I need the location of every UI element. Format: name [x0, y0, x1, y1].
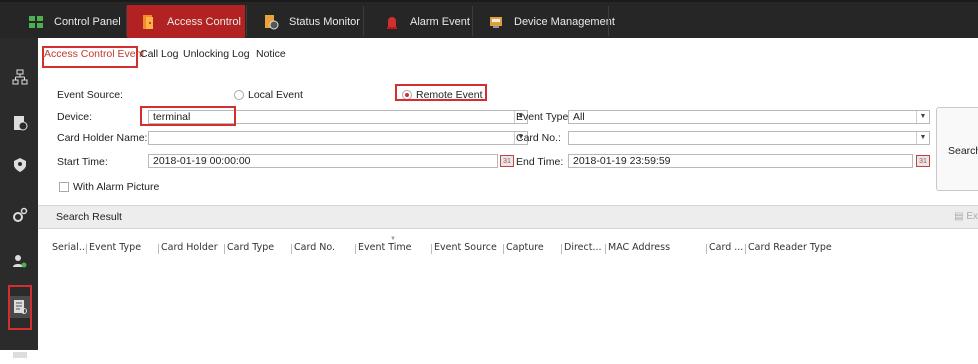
left-sidebar: [0, 38, 38, 358]
column-serial[interactable]: Serial...: [52, 242, 88, 253]
alarm-picture-checkbox[interactable]: [59, 182, 69, 192]
tab-status-monitor[interactable]: Status Monitor: [263, 5, 360, 38]
end-time-label: End Time:: [516, 156, 564, 168]
column-event-time[interactable]: Event Time: [358, 242, 411, 253]
tab-divider: [472, 6, 473, 36]
search-result-title: Search Result: [56, 211, 122, 223]
column-divider: [503, 244, 504, 254]
column-divider: [706, 244, 707, 254]
grid-icon: [28, 14, 44, 30]
person-card-icon[interactable]: [11, 114, 29, 132]
search-button-label: Search: [948, 145, 978, 157]
search-record-icon[interactable]: [10, 296, 30, 318]
table-body: [38, 259, 978, 350]
column-card[interactable]: Card ...: [709, 242, 743, 253]
tab-access-control[interactable]: Access Control: [127, 5, 245, 38]
column-divider: [355, 244, 356, 254]
column-divider: [86, 244, 87, 254]
column-divider: [745, 244, 746, 254]
top-navigation-bar: Control Panel Access Control Status Moni…: [0, 0, 978, 38]
tab-divider: [246, 6, 247, 36]
remote-event-label: Remote Event: [416, 89, 483, 101]
alarm-icon: [384, 14, 400, 30]
chevron-down-icon: ▼: [916, 111, 929, 123]
subtab-highlight: [42, 46, 138, 68]
column-divider: [431, 244, 432, 254]
column-event-source[interactable]: Event Source: [434, 242, 497, 253]
alarm-picture-label: With Alarm Picture: [73, 181, 160, 193]
shield-icon[interactable]: [11, 156, 29, 174]
column-divider: [561, 244, 562, 254]
subtab-call-log[interactable]: Call Log: [140, 48, 179, 60]
tab-label: Device Management: [514, 15, 615, 28]
card-no-label: Card No.:: [516, 132, 561, 144]
column-divider: [158, 244, 159, 254]
export-icon: ▤: [954, 211, 964, 222]
device-label: Device:: [57, 111, 93, 123]
org-tree-icon[interactable]: [11, 68, 29, 86]
tab-label: Control Panel: [54, 15, 121, 28]
tab-device-management[interactable]: Device Management: [488, 5, 615, 38]
column-card-reader-type[interactable]: Card Reader Type: [748, 242, 832, 253]
remote-event-radio[interactable]: [402, 90, 412, 100]
more-icon[interactable]: [11, 346, 29, 364]
column-divider: [224, 244, 225, 254]
calendar-icon[interactable]: 31: [916, 155, 930, 167]
start-time-label: Start Time:: [57, 156, 108, 168]
export-button[interactable]: ▤ Ex: [954, 211, 978, 222]
subtab-notice[interactable]: Notice: [256, 48, 286, 60]
event-type-value: All: [573, 111, 585, 123]
column-card-holder[interactable]: Card Holder: [161, 242, 218, 253]
device-select[interactable]: terminal ▼: [148, 110, 528, 124]
calendar-icon[interactable]: 31: [500, 155, 514, 167]
search-button[interactable]: Search: [936, 107, 978, 191]
search-result-bar: Search Result ▤ Ex: [38, 205, 978, 229]
tab-divider: [363, 6, 364, 36]
column-card-no[interactable]: Card No.: [294, 242, 335, 253]
card-no-select[interactable]: ▼: [568, 131, 930, 145]
subtab-bar: Access Control Event Call Log Unlocking …: [38, 38, 978, 69]
column-divider: [291, 244, 292, 254]
tab-control-panel[interactable]: Control Panel: [28, 5, 121, 38]
column-mac-address[interactable]: MAC Address: [608, 242, 670, 253]
gear-icon[interactable]: [11, 206, 29, 224]
device-icon: [488, 14, 504, 30]
chevron-down-icon: ▼: [916, 132, 929, 144]
person-settings-icon[interactable]: [11, 252, 29, 270]
door-icon: [141, 14, 157, 30]
column-event-type[interactable]: Event Type: [89, 242, 141, 253]
card-holder-label: Card Holder Name:: [57, 132, 148, 144]
tab-label: Status Monitor: [289, 15, 360, 28]
tab-alarm-event[interactable]: Alarm Event: [384, 5, 470, 38]
event-type-select[interactable]: All ▼: [568, 110, 930, 124]
search-form: Event Source: Local Event Remote Event D…: [38, 68, 978, 203]
card-holder-select[interactable]: ▼: [148, 131, 528, 145]
column-direction[interactable]: Direct...: [564, 242, 602, 253]
end-time-input[interactable]: 2018-01-19 23:59:59: [568, 154, 913, 168]
column-card-type[interactable]: Card Type: [227, 242, 274, 253]
event-type-label: Event Type:: [516, 111, 572, 123]
tab-label: Alarm Event: [410, 15, 470, 28]
start-time-input[interactable]: 2018-01-19 00:00:00: [148, 154, 498, 168]
subtab-unlocking-log[interactable]: Unlocking Log: [183, 48, 250, 60]
export-label: Ex: [966, 211, 978, 222]
table-header: Serial... Event Type Card Holder Card Ty…: [38, 236, 978, 258]
device-value: terminal: [153, 111, 191, 123]
tab-divider: [608, 6, 609, 36]
status-icon: [263, 14, 279, 30]
local-event-label: Local Event: [248, 89, 303, 101]
column-capture[interactable]: Capture: [506, 242, 544, 253]
event-source-label: Event Source:: [57, 89, 123, 101]
local-event-radio[interactable]: [234, 90, 244, 100]
column-divider: [605, 244, 606, 254]
tab-label: Access Control: [167, 15, 241, 28]
